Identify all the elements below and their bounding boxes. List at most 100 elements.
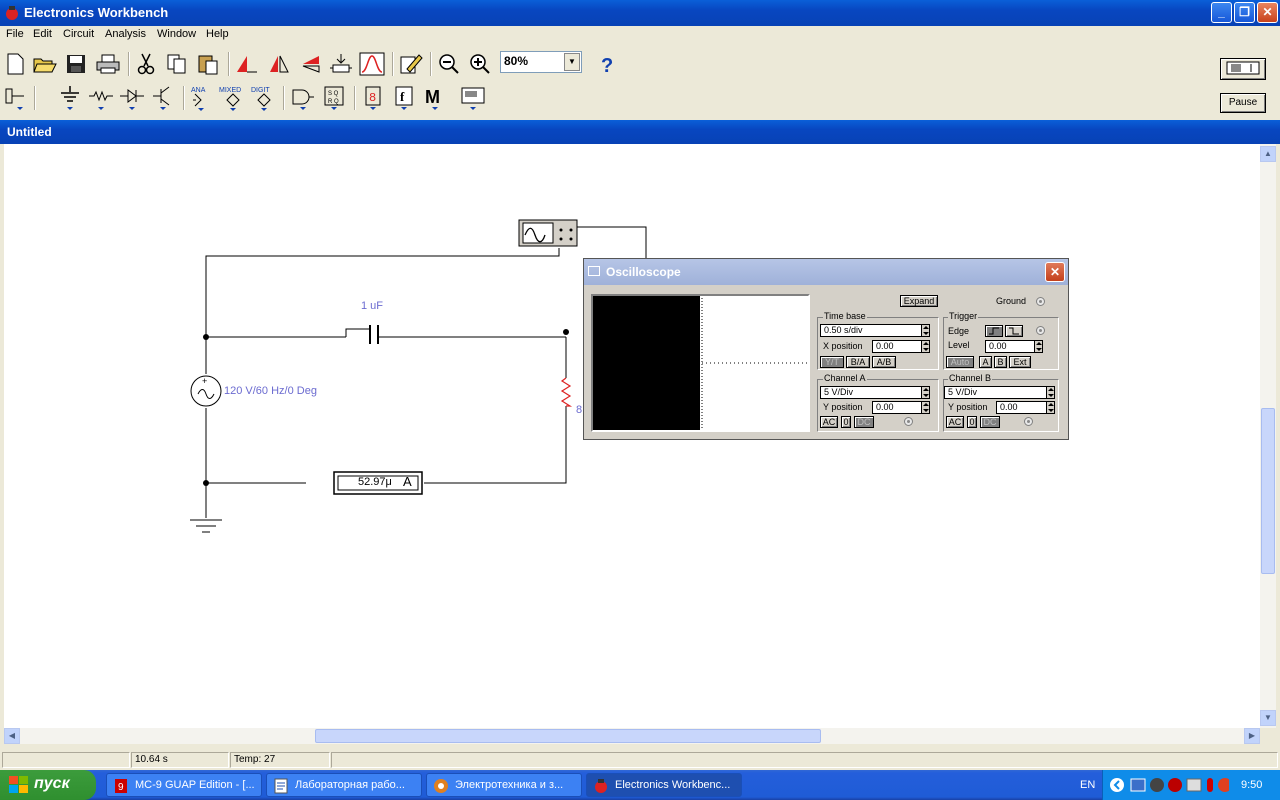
channel-a-ac-button[interactable]: AC xyxy=(820,416,838,428)
language-indicator[interactable]: EN xyxy=(1080,779,1095,791)
expand-button[interactable]: Expand xyxy=(900,295,938,307)
scroll-up-button[interactable]: ▲ xyxy=(1260,146,1276,162)
channel-a-terminal[interactable] xyxy=(904,417,913,426)
channel-b-y-position-field[interactable]: 0.00 xyxy=(996,401,1048,414)
ground-terminal[interactable] xyxy=(1036,297,1045,306)
indicators-bin-button[interactable]: 8 xyxy=(360,85,386,111)
flip-vertical-button[interactable] xyxy=(297,51,323,77)
close-button[interactable]: ✕ xyxy=(1257,2,1278,23)
level-field[interactable]: 0.00 xyxy=(985,340,1036,353)
oscilloscope-close-button[interactable]: ✕ xyxy=(1045,262,1065,282)
x-position-field[interactable]: 0.00 xyxy=(872,340,923,353)
instruments-bin-button[interactable] xyxy=(460,85,486,111)
analog-ics-bin-button[interactable]: ANA xyxy=(188,85,214,111)
channel-a-y-position-field[interactable]: 0.00 xyxy=(872,401,923,414)
vertical-scrollbar[interactable]: ▲ ▼ xyxy=(1260,144,1276,728)
description-button[interactable] xyxy=(398,51,424,77)
controls-bin-button[interactable]: f xyxy=(391,85,417,111)
ab-mode-button[interactable]: A/B xyxy=(872,356,896,368)
create-subcircuit-button[interactable] xyxy=(359,51,385,77)
task-electronics-workbench[interactable]: Electronics Workbenc... xyxy=(586,773,742,797)
channel-b-volts-spinner[interactable] xyxy=(1046,386,1055,399)
sources-bin-button[interactable] xyxy=(57,85,83,111)
scroll-left-button[interactable]: ◀ xyxy=(4,728,20,744)
trigger-ext-button[interactable]: Ext xyxy=(1009,356,1031,368)
pause-button[interactable]: Pause xyxy=(1220,93,1266,113)
horizontal-scrollbar[interactable]: ◀ ▶ xyxy=(4,728,1260,744)
flip-horizontal-button[interactable] xyxy=(266,51,292,77)
trigger-terminal[interactable] xyxy=(1036,326,1045,335)
help-button[interactable]: ? xyxy=(594,51,620,77)
time-base-field[interactable]: 0.50 s/div xyxy=(820,324,923,337)
menu-file[interactable]: File xyxy=(6,28,24,40)
channel-b-y-position-spinner[interactable] xyxy=(1046,401,1055,414)
channel-a-y-position-spinner[interactable] xyxy=(921,401,930,414)
zoom-select[interactable]: 80% ▼ xyxy=(500,51,582,73)
logic-gates-bin-button[interactable] xyxy=(290,85,316,111)
channel-b-zero-button[interactable]: 0 xyxy=(967,416,977,428)
screen-grid xyxy=(701,298,808,430)
miscellaneous-bin-button[interactable]: M xyxy=(422,85,448,111)
channel-b-volts-field[interactable]: 5 V/Div xyxy=(944,386,1048,399)
power-switch[interactable] xyxy=(1220,58,1266,80)
channel-b-dc-button[interactable]: DC xyxy=(980,416,1000,428)
component-properties-button[interactable] xyxy=(328,51,354,77)
zoom-in-button[interactable] xyxy=(467,51,493,77)
channel-a-dc-button[interactable]: DC xyxy=(854,416,874,428)
svg-text:8: 8 xyxy=(369,91,376,105)
menu-window[interactable]: Window xyxy=(157,28,196,40)
favorites-bin-button[interactable] xyxy=(2,85,28,111)
restore-button[interactable]: ❐ xyxy=(1234,2,1255,23)
channel-a-volts-field[interactable]: 5 V/Div xyxy=(820,386,923,399)
source-label: 120 V/60 Hz/0 Deg xyxy=(224,385,317,397)
channel-a-zero-button[interactable]: 0 xyxy=(841,416,851,428)
task-word[interactable]: Лабораторная рабо... xyxy=(266,773,422,797)
time-base-spinner[interactable] xyxy=(921,324,930,337)
new-button[interactable] xyxy=(2,51,28,77)
task-browser[interactable]: Электротехника и з... xyxy=(426,773,582,797)
channel-b-ac-button[interactable]: AC xyxy=(946,416,964,428)
digital-ics-bin-button[interactable]: DIGIT xyxy=(250,85,276,111)
scroll-right-button[interactable]: ▶ xyxy=(1244,728,1260,744)
yt-mode-button[interactable]: Y/T xyxy=(820,356,844,368)
vertical-scroll-thumb[interactable] xyxy=(1261,408,1275,574)
digital-bin-button[interactable]: S Q R Q xyxy=(321,85,347,111)
chevron-down-icon[interactable]: ▼ xyxy=(564,53,580,71)
print-button[interactable] xyxy=(95,51,121,77)
zoom-out-button[interactable] xyxy=(436,51,462,77)
task-mc9[interactable]: 9 MC-9 GUAP Edition - [... xyxy=(106,773,262,797)
minimize-button[interactable]: _ xyxy=(1211,2,1232,23)
trigger-auto-button[interactable]: Auto xyxy=(946,356,974,368)
paste-button[interactable] xyxy=(195,51,221,77)
falling-edge-button[interactable] xyxy=(1005,325,1023,337)
x-position-spinner[interactable] xyxy=(921,340,930,353)
open-button[interactable] xyxy=(32,51,58,77)
menu-analysis[interactable]: Analysis xyxy=(105,28,146,40)
rotate-button[interactable] xyxy=(234,51,260,77)
ba-mode-button[interactable]: B/A xyxy=(846,356,870,368)
rising-edge-button[interactable] xyxy=(985,325,1003,337)
scroll-down-button[interactable]: ▼ xyxy=(1260,710,1276,726)
trigger-a-button[interactable]: A xyxy=(979,356,992,368)
task-label: Electronics Workbenc... xyxy=(615,779,731,791)
menu-help[interactable]: Help xyxy=(206,28,229,40)
trigger-b-button[interactable]: B xyxy=(994,356,1007,368)
menu-edit[interactable]: Edit xyxy=(33,28,52,40)
channel-b-terminal[interactable] xyxy=(1024,417,1033,426)
windows-logo-icon xyxy=(9,776,28,793)
trigger-label: Trigger xyxy=(948,311,979,321)
menu-bar: File Edit Circuit Analysis Window Help xyxy=(0,26,1280,44)
mixed-ics-bin-button[interactable]: MIXED xyxy=(219,85,245,111)
menu-circuit[interactable]: Circuit xyxy=(63,28,94,40)
cut-button[interactable] xyxy=(133,51,159,77)
transistors-bin-button[interactable] xyxy=(150,85,176,111)
start-button[interactable]: пуск xyxy=(0,770,96,800)
save-button[interactable] xyxy=(63,51,89,77)
diodes-bin-button[interactable] xyxy=(119,85,145,111)
channel-a-volts-spinner[interactable] xyxy=(921,386,930,399)
copy-button[interactable] xyxy=(164,51,190,77)
horizontal-scroll-thumb[interactable] xyxy=(315,729,821,743)
level-spinner[interactable] xyxy=(1034,340,1043,353)
oscilloscope-title-bar[interactable]: Oscilloscope ✕ xyxy=(584,259,1068,285)
basic-bin-button[interactable] xyxy=(88,85,114,111)
